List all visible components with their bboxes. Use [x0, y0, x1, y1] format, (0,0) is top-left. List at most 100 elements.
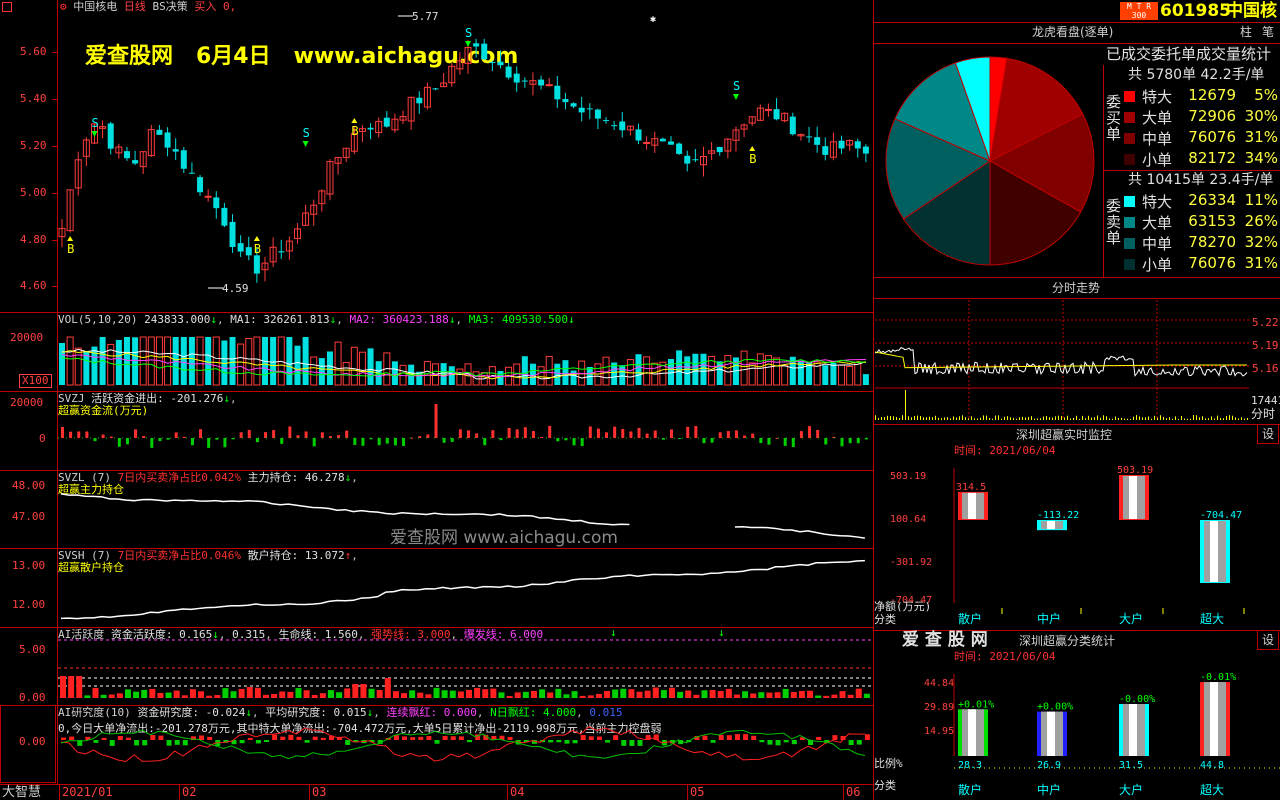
- volume-chart[interactable]: [58, 325, 873, 387]
- research-bar: [158, 735, 164, 740]
- fund-flow-bar: [808, 426, 812, 438]
- intraday-vol-bar: [1070, 418, 1071, 420]
- ai-active-chart[interactable]: ↓ ↓: [58, 626, 873, 704]
- svzl-chart[interactable]: [58, 480, 873, 545]
- class-stats-date: 时间: 2021/06/04: [954, 650, 1056, 663]
- order-pie-chart[interactable]: [884, 55, 1096, 267]
- buy-arrow-icon: [67, 236, 74, 241]
- class-change-label: +0.00%: [1037, 702, 1073, 713]
- volume-bar: [716, 361, 723, 385]
- intraday-axis-3: 5.16: [1252, 362, 1279, 375]
- intraday-vol-bar: [1061, 416, 1062, 420]
- intraday-vol-bar: [1088, 415, 1089, 420]
- btn-bi[interactable]: 笔: [1262, 25, 1274, 39]
- research-bar: [434, 740, 440, 744]
- fund-flow-bar: [515, 429, 519, 438]
- volume-bar: [521, 356, 528, 385]
- ai-research-chart[interactable]: [58, 718, 873, 782]
- candle-body: [132, 160, 139, 164]
- volume-bar: [440, 363, 447, 385]
- menu-icon[interactable]: [2, 2, 12, 12]
- order-size-value: 72906: [1188, 107, 1236, 125]
- research-bar: [718, 734, 724, 740]
- intraday-vol-label: 分时: [1251, 407, 1276, 421]
- order-size-pct: 34%: [1244, 149, 1278, 167]
- volume-bar: [456, 368, 464, 386]
- research-bar: [150, 735, 156, 740]
- fund-flow-bar: [312, 438, 316, 447]
- intraday-vol-bar: [941, 418, 942, 420]
- class-bar: [1119, 704, 1149, 756]
- intraday-vol-bar: [1232, 415, 1233, 420]
- activity-bar: [547, 692, 554, 698]
- color-swatch: [1124, 91, 1135, 102]
- activity-bar: [116, 693, 123, 698]
- date-axis-label: 05: [690, 785, 705, 799]
- monitor-bar: [958, 491, 988, 520]
- intraday-vol-bar: [1223, 418, 1224, 420]
- candle-body: [204, 195, 212, 198]
- fund-flow-bar: [783, 438, 787, 446]
- activity-bar: [766, 692, 773, 698]
- main-chart-area[interactable]: ⚙ 中国核电 日线 BS决策 买入 0, 爱查股网 6月4日 www.aicha…: [0, 0, 874, 800]
- research-bar: [767, 740, 773, 745]
- monitor-date: 时间: 2021/06/04: [954, 444, 1056, 457]
- class-settings-button[interactable]: 设: [1257, 630, 1279, 650]
- fund-flow-bar: [767, 438, 771, 445]
- intraday-vol-bar: [1115, 416, 1116, 420]
- intraday-vol-bar: [1139, 416, 1140, 420]
- fund-flow-bar: [678, 438, 682, 439]
- activity-bar: [149, 688, 156, 698]
- date-axis-label: 04: [510, 785, 525, 799]
- class-bar: [958, 709, 988, 756]
- fund-flow-bar: [190, 438, 194, 446]
- research-bar: [426, 736, 432, 740]
- order-size-label: 中单: [1142, 235, 1173, 253]
- research-bar: [848, 740, 854, 746]
- buy-arrow-icon: [351, 118, 358, 123]
- intraday-axis-1: 5.22: [1252, 316, 1279, 329]
- fund-flow-bar: [710, 438, 714, 443]
- candle-body: [237, 243, 244, 252]
- color-swatch: [1124, 112, 1135, 123]
- volume-bar: [115, 339, 122, 385]
- intraday-vol-bar: [1067, 415, 1068, 420]
- volume-bar: [448, 366, 455, 385]
- candle-body: [197, 177, 204, 193]
- intraday-vol-bar: [1043, 416, 1044, 420]
- monitor-category: 中户: [1037, 611, 1061, 626]
- research-bar: [410, 737, 416, 740]
- class-change-label: -0.01%: [1200, 672, 1236, 683]
- candlestick-chart[interactable]: B B B B S S S S ✱: [58, 12, 873, 312]
- fund-flow-bar: [117, 438, 121, 447]
- candle-body: [253, 255, 260, 274]
- activity-bar: [457, 691, 464, 698]
- volume-bar: [123, 337, 130, 385]
- price-line: [874, 346, 1248, 377]
- svzj-axis-top: 20000: [10, 396, 44, 409]
- candle-body: [213, 197, 220, 209]
- volume-bar: [253, 336, 261, 386]
- monitor-bar-chart[interactable]: 503.19 100.64 -301.92 -704.47 314.5 散户 -113.22…: [874, 458, 1280, 633]
- intraday-vol-bar: [923, 417, 924, 420]
- intraday-vol-bar: [1112, 418, 1113, 420]
- buy-side-label: 委买单: [1106, 93, 1122, 143]
- research-bar: [69, 736, 75, 740]
- class-category: 散户: [958, 782, 982, 797]
- activity-bar: [360, 684, 367, 698]
- fund-flow-bar: [605, 432, 609, 438]
- intraday-vol-bar: [980, 417, 981, 420]
- class-bar-chart[interactable]: 44.84 29.89 14.95 +0.01% 28.3 散户 +0.00% 26.9 中户 -…: [874, 664, 1280, 800]
- intraday-chart[interactable]: [874, 300, 1249, 422]
- candle-body: [497, 61, 504, 66]
- monitor-bar-label: 503.19: [1117, 465, 1153, 476]
- monitor-settings-button[interactable]: 设: [1257, 424, 1279, 444]
- fund-flow-bar: [174, 432, 178, 438]
- volume-bar: [294, 345, 301, 385]
- activity-bar: [384, 678, 391, 698]
- ai-active-axis-2: 0.00: [19, 691, 46, 704]
- activity-bar: [474, 687, 481, 698]
- svsh-chart[interactable]: [58, 556, 873, 624]
- svzj-chart[interactable]: [58, 400, 873, 465]
- btn-zhu[interactable]: 柱: [1240, 25, 1252, 39]
